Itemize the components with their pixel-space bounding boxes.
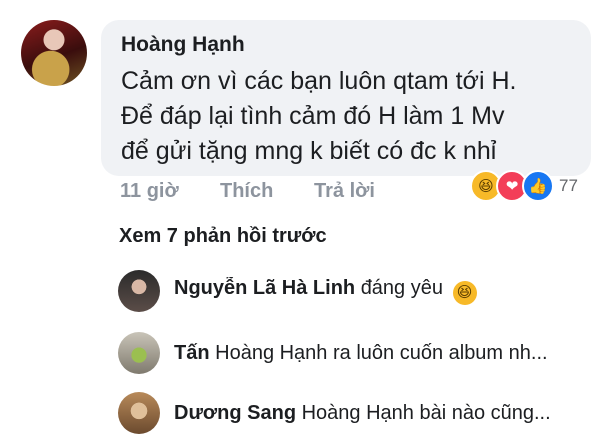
reaction-summary[interactable]: 😆 ❤ 👍 77: [470, 170, 578, 202]
avatar[interactable]: [118, 270, 160, 312]
comment-author[interactable]: Hoàng Hạnh: [121, 33, 245, 57]
reaction-count: 77: [559, 176, 578, 195]
comment-text-line: để gửi tặng mng k biết có đc k nhỉ: [121, 137, 497, 165]
reply-author[interactable]: Tấn: [174, 342, 210, 364]
comment-text-line: Để đáp lại tình cảm đó H làm 1 Mv: [121, 102, 505, 130]
comment-text-line: Cảm ơn vì các bạn luôn qtam tới H.: [121, 67, 517, 95]
comment-text: Cảm ơn vì các bạn luôn qtam tới H. Để đá…: [121, 64, 581, 169]
commenter-avatar[interactable]: [21, 20, 87, 86]
reply-item: Dương Sang Hoàng Hạnh bài nào cũng...: [118, 392, 588, 434]
reply-content: Dương Sang Hoàng Hạnh bài nào cũng...: [174, 402, 551, 425]
reply-text: Hoàng Hạnh bài nào cũng...: [301, 401, 551, 424]
view-previous-replies-link[interactable]: Xem 7 phản hồi trước: [119, 225, 327, 248]
reply-text: Hoàng Hạnh ra luôn cuốn album nh...: [215, 341, 548, 364]
reply-author[interactable]: Nguyễn Lã Hà Linh: [174, 277, 355, 299]
reply-button[interactable]: Trả lời: [314, 180, 375, 203]
comment-timestamp[interactable]: 11 giờ: [120, 180, 179, 203]
avatar[interactable]: [118, 392, 160, 434]
like-button[interactable]: Thích: [220, 180, 273, 203]
reply-text: đáng yêu: [360, 277, 443, 299]
haha-icon: 😆: [452, 281, 477, 305]
reply-item: Tấn Hoàng Hạnh ra luôn cuốn album nh...: [118, 332, 588, 374]
reply-item: Nguyễn Lã Hà Linh đáng yêu 😆: [118, 270, 588, 312]
reply-content: Tấn Hoàng Hạnh ra luôn cuốn album nh...: [174, 342, 548, 365]
reply-content: Nguyễn Lã Hà Linh đáng yêu 😆: [174, 277, 477, 305]
avatar[interactable]: [118, 332, 160, 374]
reply-author[interactable]: Dương Sang: [174, 402, 296, 424]
like-icon: 👍: [522, 170, 554, 202]
